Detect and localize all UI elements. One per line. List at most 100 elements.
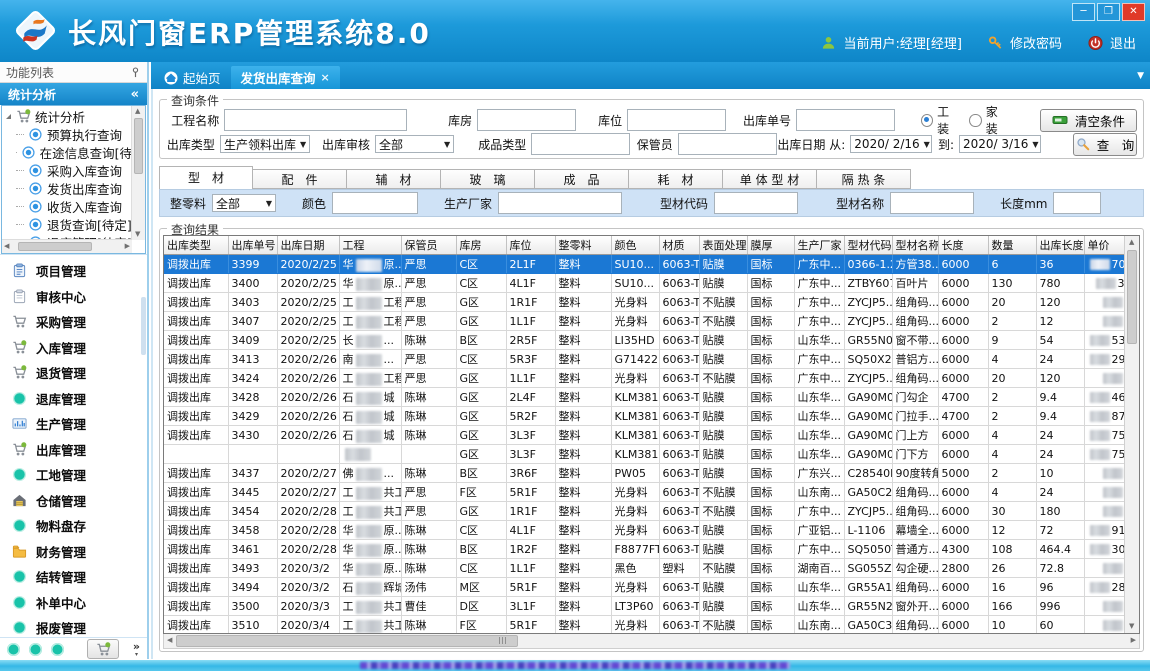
table-row[interactable]: 调拨出库34072020/2/25工工程严思G区1L1F整料光身料6063-T5… (164, 312, 1140, 331)
section-header-stats[interactable]: 统计分析 « (0, 83, 147, 105)
sidebar-item-11[interactable]: 财务管理 (0, 539, 147, 565)
material-tab-0[interactable]: 型 材 (159, 166, 253, 189)
material-tab-5[interactable]: 耗 材 (629, 169, 723, 189)
length-input[interactable] (1053, 192, 1101, 214)
sidebar-item-9[interactable]: 仓储管理 (0, 488, 147, 514)
radio-home[interactable]: 家装 (969, 103, 1008, 137)
table-row[interactable]: 调拨出库34242020/2/26工工程严思G区1L1F整料光身料6063-T5… (164, 369, 1140, 388)
scroll-right-icon[interactable]: ▶ (1131, 637, 1136, 644)
keeper-input[interactable] (678, 133, 777, 155)
material-tab-6[interactable]: 单 体 型 材 (723, 169, 817, 189)
table-row[interactable]: 调拨出库34282020/2/26石城陈琳G区2L4F整料KLM38176063… (164, 388, 1140, 407)
tab-list-dropdown-icon[interactable]: ▼ (1137, 71, 1144, 81)
scroll-left-icon[interactable]: ◀ (167, 637, 172, 644)
out-type-select[interactable]: 生产领料出库▼ (220, 135, 310, 153)
tree-item-3[interactable]: 发货出库查询 (2, 179, 132, 197)
scroll-right-icon[interactable]: ▶ (125, 243, 130, 250)
column-header-1[interactable]: 出库单号 (228, 236, 277, 255)
column-header-15[interactable]: 长度 (938, 236, 988, 255)
menu-scrollbar[interactable] (141, 297, 146, 355)
table-row[interactable]: 调拨出库34542020/2/28工共工程严思G区1R1F整料光身料6063-T… (164, 502, 1140, 521)
search-button[interactable]: 查 询 (1073, 133, 1137, 156)
teal-dot-button-3[interactable] (51, 643, 64, 656)
table-row[interactable]: G区3L3F整料KLM38176063-T5贴膜国标山东华...GA90M09.… (164, 445, 1140, 464)
profile-code-input[interactable] (714, 192, 798, 214)
maximize-button[interactable]: ❐ (1097, 3, 1120, 21)
table-row[interactable]: 调拨出库34612020/2/28华原...陈琳B区1R2F整料F8877FT6… (164, 540, 1140, 559)
scroll-left-icon[interactable]: ◀ (4, 243, 9, 250)
date-to-picker[interactable]: 2020/ 3/16▼ (959, 135, 1041, 153)
sidebar-item-3[interactable]: 入库管理 (0, 335, 147, 361)
sidebar-item-14[interactable]: 报废管理 (0, 615, 147, 637)
sidebar-item-8[interactable]: 工地管理 (0, 462, 147, 488)
column-header-12[interactable]: 生产厂家 (794, 236, 844, 255)
radio-home-dot[interactable] (969, 114, 981, 127)
table-row[interactable]: 调拨出库34942020/3/2石辉城汤伟M区5R1F整料光身料6063-T5贴… (164, 578, 1140, 597)
project-name-input[interactable] (224, 109, 407, 131)
sidebar-item-1[interactable]: 审核中心 (0, 284, 147, 310)
column-header-7[interactable]: 整零料 (555, 236, 611, 255)
tab-shipping-outbound-query[interactable]: 发货出库查询 × (231, 66, 340, 89)
manufacturer-input[interactable] (498, 192, 622, 214)
table-row[interactable]: 调拨出库34292020/2/26石城陈琳G区5R2F整料KLM38176063… (164, 407, 1140, 426)
column-header-16[interactable]: 数量 (988, 236, 1036, 255)
order-no-input[interactable] (796, 109, 895, 131)
sidebar-item-13[interactable]: 补单中心 (0, 590, 147, 616)
logout-link[interactable]: 退出 (1110, 33, 1136, 52)
grid-horizontal-scrollbar[interactable]: ◀ ▶ (163, 634, 1140, 649)
expand-more-button[interactable]: »▾ (133, 641, 140, 658)
teal-dot-button-1[interactable] (7, 643, 20, 656)
column-header-17[interactable]: 出库长度 (1036, 236, 1084, 255)
material-tab-1[interactable]: 配 件 (253, 169, 347, 189)
scroll-up-icon[interactable]: ▲ (1129, 239, 1134, 246)
table-row[interactable]: 调拨出库34092020/2/25长...陈琳B区2R5F整料LI35HD606… (164, 331, 1140, 350)
table-row[interactable]: 调拨出库33992020/2/25华原...严思C区2L1F整料SU10...6… (164, 255, 1140, 274)
tree-item-5[interactable]: 退货查询[待定] (2, 215, 132, 233)
table-row[interactable]: 调拨出库35002020/3/3工共工程曹佳D区3L1F整料LT3P606063… (164, 597, 1140, 616)
column-header-8[interactable]: 颜色 (611, 236, 659, 255)
material-tab-7[interactable]: 隔 热 条 (817, 169, 911, 189)
pushpin-icon[interactable] (130, 67, 141, 78)
grid-vertical-scrollbar[interactable]: ▲ ▼ (1124, 236, 1139, 633)
scroll-up-icon[interactable]: ▲ (135, 108, 140, 115)
tab-close-icon[interactable]: × (321, 71, 330, 84)
material-tab-3[interactable]: 玻 璃 (441, 169, 535, 189)
tree-expander-icon[interactable] (6, 114, 11, 119)
clear-conditions-button[interactable]: 清空条件 (1040, 109, 1137, 132)
tab-home[interactable]: 起始页 (154, 66, 231, 89)
tree-item-0[interactable]: 预算执行查询 (2, 125, 132, 143)
table-row[interactable]: 调拨出库34132020/2/26南...严思C区5R3F整料G71422606… (164, 350, 1140, 369)
warehouse-input[interactable] (477, 109, 576, 131)
whole-part-select[interactable]: 全部▼ (212, 194, 276, 212)
column-header-14[interactable]: 型材名称 (892, 236, 938, 255)
teal-dot-button-2[interactable] (29, 643, 42, 656)
collapse-icon[interactable]: « (131, 87, 139, 102)
material-tab-2[interactable]: 辅 材 (347, 169, 441, 189)
color-input[interactable] (332, 192, 418, 214)
tree-vertical-scrollbar[interactable]: ▲ ▼ (131, 106, 145, 240)
cart-button[interactable] (87, 639, 119, 659)
sidebar-item-12[interactable]: 结转管理 (0, 564, 147, 590)
column-header-0[interactable]: 出库类型 (164, 236, 228, 255)
column-header-9[interactable]: 材质 (659, 236, 699, 255)
material-tab-4[interactable]: 成 品 (535, 169, 629, 189)
sidebar-item-5[interactable]: 退库管理 (0, 386, 147, 412)
close-button[interactable]: ✕ (1122, 3, 1145, 21)
column-header-4[interactable]: 保管员 (401, 236, 456, 255)
sidebar-item-7[interactable]: 出库管理 (0, 437, 147, 463)
sidebar-item-0[interactable]: 项目管理 (0, 258, 147, 284)
tree-item-1[interactable]: 在途信息查询[待 (2, 143, 132, 161)
column-header-18[interactable]: 单价 (1084, 236, 1128, 255)
column-header-2[interactable]: 出库日期 (277, 236, 339, 255)
tree-horizontal-scrollbar[interactable]: ◀ ▶ (2, 239, 132, 253)
table-row[interactable]: 调拨出库34002020/2/25华原...严思C区4L1F整料SU10...6… (164, 274, 1140, 293)
radio-engineering-dot[interactable] (921, 114, 933, 127)
table-row[interactable]: 调拨出库34372020/2/27佛...陈琳B区3R6F整料PW056063-… (164, 464, 1140, 483)
sidebar-item-6[interactable]: 生产管理 (0, 411, 147, 437)
tree-root-stats[interactable]: 统计分析 (2, 107, 132, 125)
profile-name-input[interactable] (890, 192, 974, 214)
table-row[interactable]: 调拨出库34582020/2/28华原...陈琳C区4L1F整料光身料6063-… (164, 521, 1140, 540)
scroll-down-icon[interactable]: ▼ (135, 231, 140, 238)
table-row[interactable]: 调拨出库35102020/3/4工共工程陈琳F区5R1F整料光身料6063-T5… (164, 616, 1140, 635)
scroll-down-icon[interactable]: ▼ (1129, 623, 1134, 630)
